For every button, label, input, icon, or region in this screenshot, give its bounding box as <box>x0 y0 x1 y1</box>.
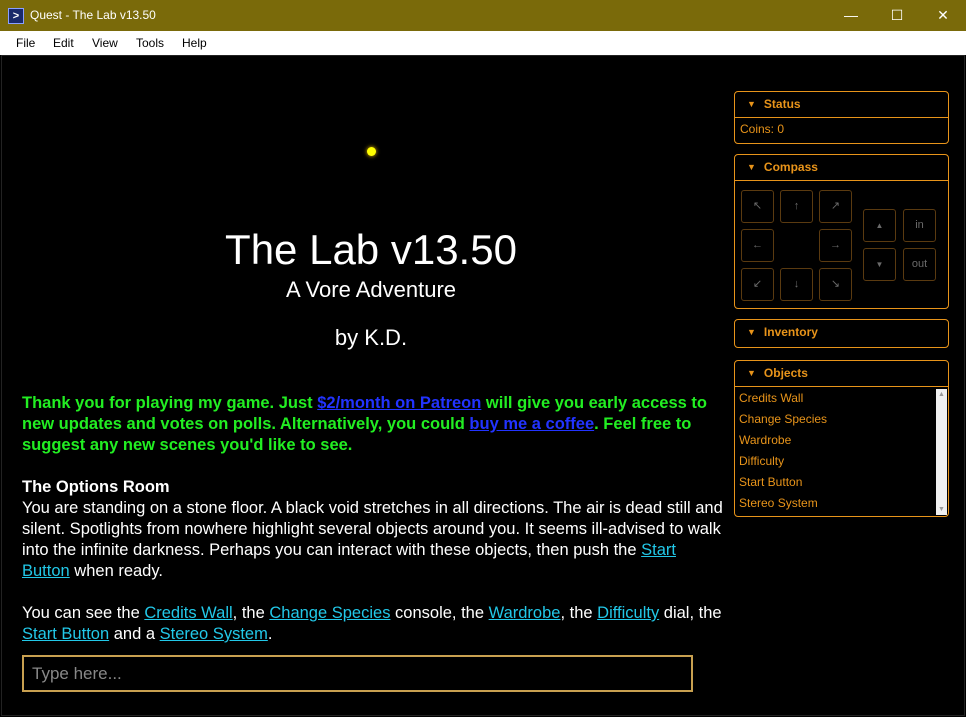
room-desc-text: You are standing on a stone floor. A bla… <box>22 499 723 559</box>
change-species-link[interactable]: Change Species <box>269 604 390 622</box>
compass-northwest-button[interactable]: ↖ <box>741 190 774 223</box>
game-subtitle: A Vore Adventure <box>285 277 457 302</box>
scroll-down-icon[interactable]: ▼ <box>936 504 947 515</box>
patreon-link[interactable]: $2/month on Patreon <box>317 394 481 412</box>
menu-bar: File Edit View Tools Help <box>0 31 966 55</box>
compass-north-button[interactable]: ↑ <box>780 190 813 223</box>
coins-display: Coins: 0 <box>740 122 785 136</box>
list-item[interactable]: Change Species <box>735 409 937 430</box>
collapse-triangle-icon: ▼ <box>747 368 756 379</box>
compass-out-button[interactable]: out <box>903 248 936 281</box>
game-title: The Lab v13.50 <box>225 226 517 273</box>
inventory-panel: ▼ Inventory <box>734 319 949 348</box>
objs-text-4: , the <box>560 604 598 622</box>
menu-file[interactable]: File <box>16 36 35 50</box>
objs-text-6: and a <box>109 625 160 643</box>
objects-scrollbar[interactable]: ▲ ▼ <box>936 389 947 515</box>
game-author: by K.D. <box>334 325 408 350</box>
status-label: Status <box>763 97 801 111</box>
compass-in-button[interactable]: in <box>903 209 936 242</box>
list-item[interactable]: Stereo System <box>735 493 937 514</box>
command-input[interactable] <box>22 655 693 692</box>
close-button[interactable]: ✕ <box>920 0 966 31</box>
list-item[interactable]: Credits Wall <box>735 388 937 409</box>
objs-text-5: dial, the <box>659 604 722 622</box>
credits-wall-link[interactable]: Credits Wall <box>144 604 232 622</box>
compass-southwest-button[interactable]: ↙ <box>741 268 774 301</box>
spotlight-icon <box>367 147 376 156</box>
window-titlebar: > Quest - The Lab v13.50 — ☐ ✕ <box>0 0 966 31</box>
compass-label: Compass <box>763 160 818 174</box>
compass-down-button[interactable]: ▼ <box>863 248 896 281</box>
list-item[interactable]: Start Button <box>735 472 937 493</box>
compass-southeast-button[interactable]: ↘ <box>819 268 852 301</box>
promo-message: Thank you for playing my game. Just $2/m… <box>22 393 727 456</box>
quest-app-icon: > <box>8 8 24 24</box>
stereo-system-link[interactable]: Stereo System <box>160 625 268 643</box>
window-title: Quest - The Lab v13.50 <box>30 8 156 22</box>
promo-text-1: Thank you for playing my game. Just <box>22 394 318 412</box>
room-objects: You can see the Credits Wall, the Change… <box>22 603 727 645</box>
room-desc-end: when ready. <box>69 562 163 580</box>
collapse-triangle-icon: ▼ <box>747 327 756 338</box>
compass-east-button[interactable]: → <box>819 229 852 262</box>
objs-text-1: You can see the <box>22 604 145 622</box>
compass-up-button[interactable]: ▲ <box>863 209 896 242</box>
start-button-link-2[interactable]: Start Button <box>22 625 109 643</box>
compass-northeast-button[interactable]: ↗ <box>819 190 852 223</box>
menu-tools[interactable]: Tools <box>136 36 164 50</box>
menu-help[interactable]: Help <box>182 36 207 50</box>
scroll-up-icon[interactable]: ▲ <box>936 389 947 400</box>
collapse-triangle-icon: ▼ <box>747 99 756 110</box>
objects-list: Credits Wall Change Species Wardrobe Dif… <box>735 388 937 514</box>
coffee-link[interactable]: buy me a coffee <box>469 415 594 433</box>
inventory-label: Inventory <box>763 325 818 339</box>
objs-text-2: , the <box>232 604 270 622</box>
objects-label: Objects <box>763 366 808 380</box>
compass-west-button[interactable]: ← <box>741 229 774 262</box>
objs-text-3: console, the <box>390 604 489 622</box>
objects-panel: ▼ Objects Credits Wall Change Species War… <box>734 360 949 517</box>
wardrobe-link[interactable]: Wardrobe <box>489 604 561 622</box>
room-name: The Options Room <box>22 478 170 496</box>
maximize-button[interactable]: ☐ <box>874 0 920 31</box>
minimize-button[interactable]: — <box>828 0 874 31</box>
compass-header[interactable]: ▼ Compass <box>735 155 948 181</box>
collapse-triangle-icon: ▼ <box>747 162 756 173</box>
room-description: You are standing on a stone floor. A bla… <box>22 498 727 582</box>
compass-south-button[interactable]: ↓ <box>780 268 813 301</box>
menu-edit[interactable]: Edit <box>53 36 74 50</box>
inventory-header[interactable]: ▼ Inventory <box>735 320 948 345</box>
list-item[interactable]: Difficulty <box>735 451 937 472</box>
objects-header[interactable]: ▼ Objects <box>735 361 948 387</box>
list-item[interactable]: Wardrobe <box>735 430 937 451</box>
compass-panel: ▼ Compass ↖ ↑ ↗ ← → ↙ ↓ ↘ ▲ in ▼ out <box>734 154 949 309</box>
menu-view[interactable]: View <box>92 36 118 50</box>
status-panel: ▼ Status Coins: 0 <box>734 91 949 144</box>
objs-text-7: . <box>267 625 273 643</box>
status-header[interactable]: ▼ Status <box>735 92 948 118</box>
difficulty-link[interactable]: Difficulty <box>597 604 659 622</box>
